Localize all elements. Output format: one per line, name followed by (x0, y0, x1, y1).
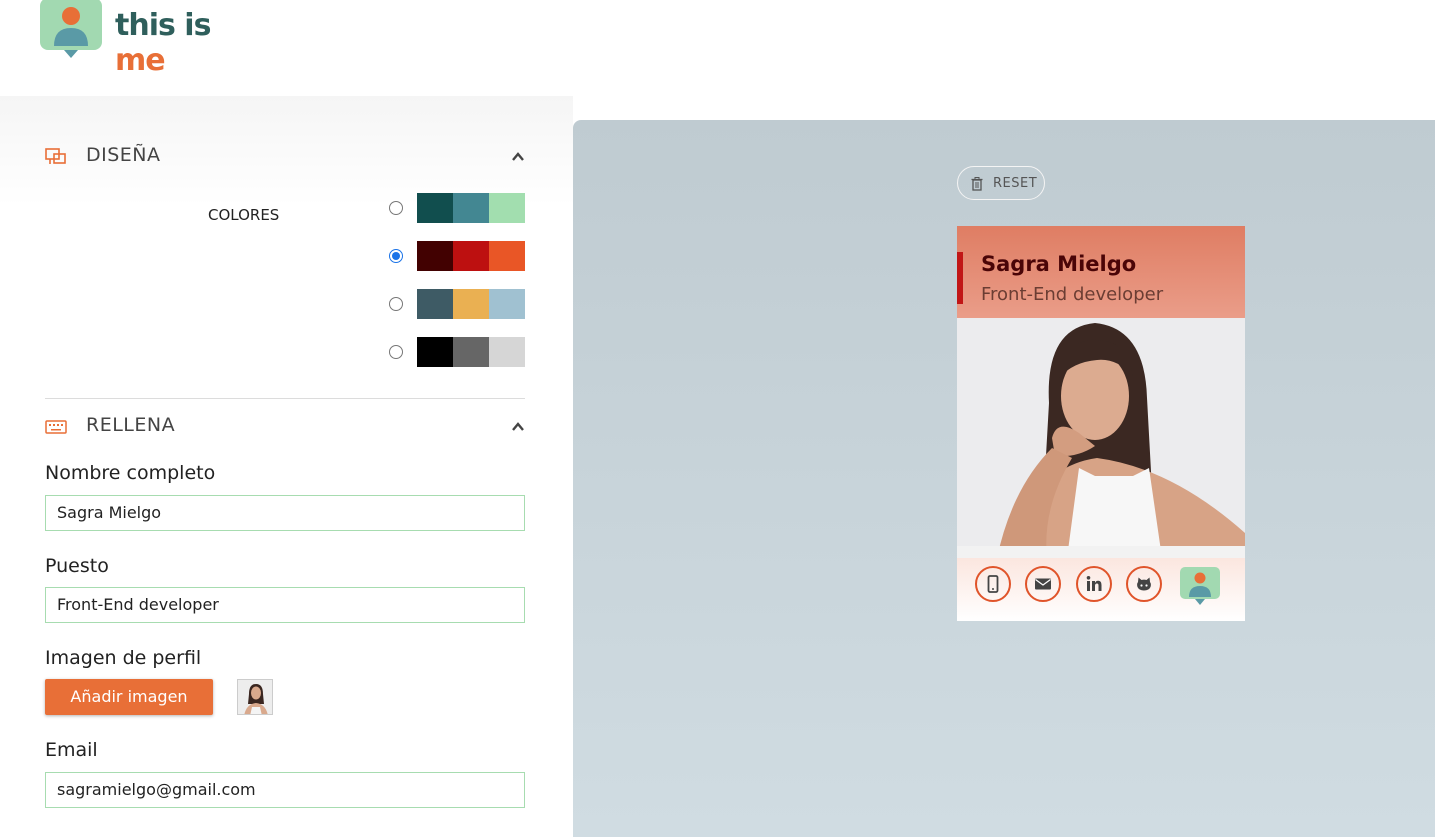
palette-swatch (489, 289, 525, 319)
design-icon (45, 148, 66, 164)
palette-swatch (453, 241, 489, 271)
palette-swatch (489, 193, 525, 223)
fill-title: RELLENA (86, 414, 176, 436)
section-divider (45, 398, 525, 399)
design-section-header[interactable]: DISEÑA (45, 144, 525, 174)
design-title: DISEÑA (86, 144, 161, 166)
colors-label: COLORES (208, 206, 280, 224)
logo-text: this is me (115, 8, 211, 78)
name-label: Nombre completo (45, 462, 216, 484)
trash-icon (971, 177, 983, 191)
envelope-icon[interactable] (1025, 566, 1061, 602)
palette-radio-2[interactable] (389, 249, 403, 263)
email-input[interactable]: sagramielgo@gmail.com (45, 772, 525, 808)
job-label: Puesto (45, 555, 109, 577)
profile-card: Sagra Mielgo Front-End developer (957, 226, 1245, 621)
preview-panel: RESET Sagra Mielgo Front-End developer (573, 120, 1435, 837)
palette-radio-4[interactable] (389, 345, 403, 359)
linkedin-icon[interactable] (1076, 566, 1112, 602)
palette-option-4[interactable] (389, 337, 529, 369)
palette-swatch (453, 289, 489, 319)
palette-radio-3[interactable] (389, 297, 403, 311)
reset-button[interactable]: RESET (957, 166, 1045, 200)
app-header: this is me (0, 0, 1435, 96)
reset-label: RESET (993, 176, 1038, 191)
logo-icon (40, 0, 102, 58)
image-label: Imagen de perfil (45, 647, 202, 669)
palette-swatch (417, 337, 453, 367)
palette-option-1[interactable] (389, 193, 529, 225)
app-logo[interactable]: this is me (40, 0, 260, 78)
palette-swatch (453, 193, 489, 223)
palette-swatch (489, 241, 525, 271)
card-accent-bar (957, 252, 963, 304)
palette-swatch (453, 337, 489, 367)
email-label: Email (45, 739, 98, 761)
mini-logo-icon (1180, 567, 1220, 605)
palette-swatch (417, 193, 453, 223)
card-job: Front-End developer (981, 284, 1164, 305)
editor-panel: DISEÑA COLORES RELLENA Nombre completo S… (0, 96, 573, 837)
github-icon[interactable] (1126, 566, 1162, 602)
card-name: Sagra Mielgo (981, 252, 1137, 276)
mobile-icon[interactable] (975, 566, 1011, 602)
chevron-up-icon[interactable] (511, 150, 525, 164)
palette-swatch (417, 241, 453, 271)
palette-option-2[interactable] (389, 241, 529, 273)
card-contact-icons (957, 558, 1245, 621)
profile-thumbnail (237, 679, 273, 715)
add-image-button[interactable]: Añadir imagen (45, 679, 213, 715)
card-photo (957, 318, 1245, 558)
fill-section-header[interactable]: RELLENA (45, 414, 525, 444)
palette-radio-1[interactable] (389, 201, 403, 215)
palette-swatch (417, 289, 453, 319)
keyboard-icon (45, 420, 67, 434)
palette-option-3[interactable] (389, 289, 529, 321)
palette-swatch (489, 337, 525, 367)
card-header: Sagra Mielgo Front-End developer (957, 226, 1245, 318)
chevron-up-icon[interactable] (511, 420, 525, 434)
job-input[interactable]: Front-End developer (45, 587, 525, 623)
name-input[interactable]: Sagra Mielgo (45, 495, 525, 531)
